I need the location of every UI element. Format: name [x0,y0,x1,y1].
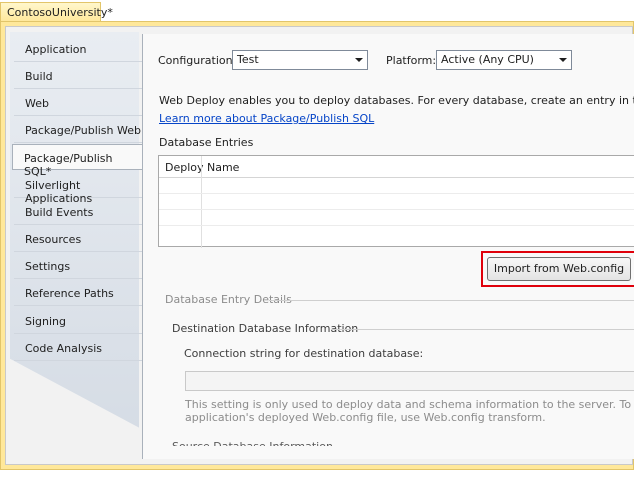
grid-row-line [159,225,634,226]
sidebar-item-signing[interactable]: Signing [14,308,142,334]
sidebar-item-label: Reference Paths [25,287,114,300]
sidebar-item-web[interactable]: Web [14,90,142,116]
grid-header: Deploy Name [159,156,634,178]
source-group-label-partial: Source Database Information [172,440,333,446]
chevron-down-icon [355,58,363,62]
sidebar-item-label: Build Events [25,206,94,219]
note-line-2: application's deployed Web.config file, … [185,411,546,424]
sidebar-item-label: Build [25,70,53,83]
sidebar-item-label: Package/Publish Web [25,124,141,137]
sidebar-item-build-events[interactable]: Build Events [14,199,142,225]
sidebar-item-package-publish-web[interactable]: Package/Publish Web [14,117,142,143]
sidebar-item-code-analysis[interactable]: Code Analysis [14,335,142,361]
sidebar-item-package-publish-sql[interactable]: Package/Publish SQL* [12,144,143,178]
connection-string-input[interactable] [185,371,634,391]
settings-content: Configuration: Test Platform: Active (An… [142,34,634,459]
grid-row-line [159,193,634,194]
platform-label: Platform: [386,54,437,67]
entry-details-divider [269,300,634,301]
sidebar-item-reference-paths[interactable]: Reference Paths [14,280,142,306]
sidebar-item-label: Signing [25,315,67,328]
destination-group-divider [331,329,634,330]
platform-dropdown[interactable]: Active (Any CPU) [436,50,572,70]
highlight-box [481,251,634,287]
sidebar-item-settings[interactable]: Settings [14,253,142,279]
column-separator [201,156,202,248]
database-entries-grid[interactable]: Deploy Name [158,155,634,248]
bottom-strip [0,470,634,479]
configuration-label: Configuration: [158,54,237,67]
document-tab-title: ContosoUniversity* [7,6,113,19]
chevron-down-icon [559,58,567,62]
platform-value: Active (Any CPU) [441,53,534,66]
note-line-1: This setting is only used to deploy data… [185,398,634,411]
sidebar-item-label: Settings [25,260,71,273]
sidebar-item-build[interactable]: Build [14,63,142,89]
learn-more-link[interactable]: Learn more about Package/Publish SQL [159,112,374,125]
grid-row-line [159,209,634,210]
sidebar-item-label: Application [25,43,87,56]
configuration-dropdown[interactable]: Test [232,50,368,70]
document-tab[interactable]: ContosoUniversity* [0,2,113,22]
column-header-deploy[interactable]: Deploy [165,161,204,174]
connection-string-label: Connection string for destination databa… [184,347,424,360]
sidebar-item-application[interactable]: Application [14,36,142,62]
sidebar-item-label: Code Analysis [25,342,102,355]
column-header-name[interactable]: Name [207,161,239,174]
sidebar-item-label: Resources [25,233,82,246]
sidebar-item-label: Web [25,97,49,110]
database-entries-label: Database Entries [159,136,254,149]
sidebar-item-resources[interactable]: Resources [14,226,142,252]
configuration-value: Test [237,53,259,66]
sidebar-item-silverlight-applications[interactable]: Silverlight Applications [14,172,142,205]
description-text: Web Deploy enables you to deploy databas… [159,94,634,107]
